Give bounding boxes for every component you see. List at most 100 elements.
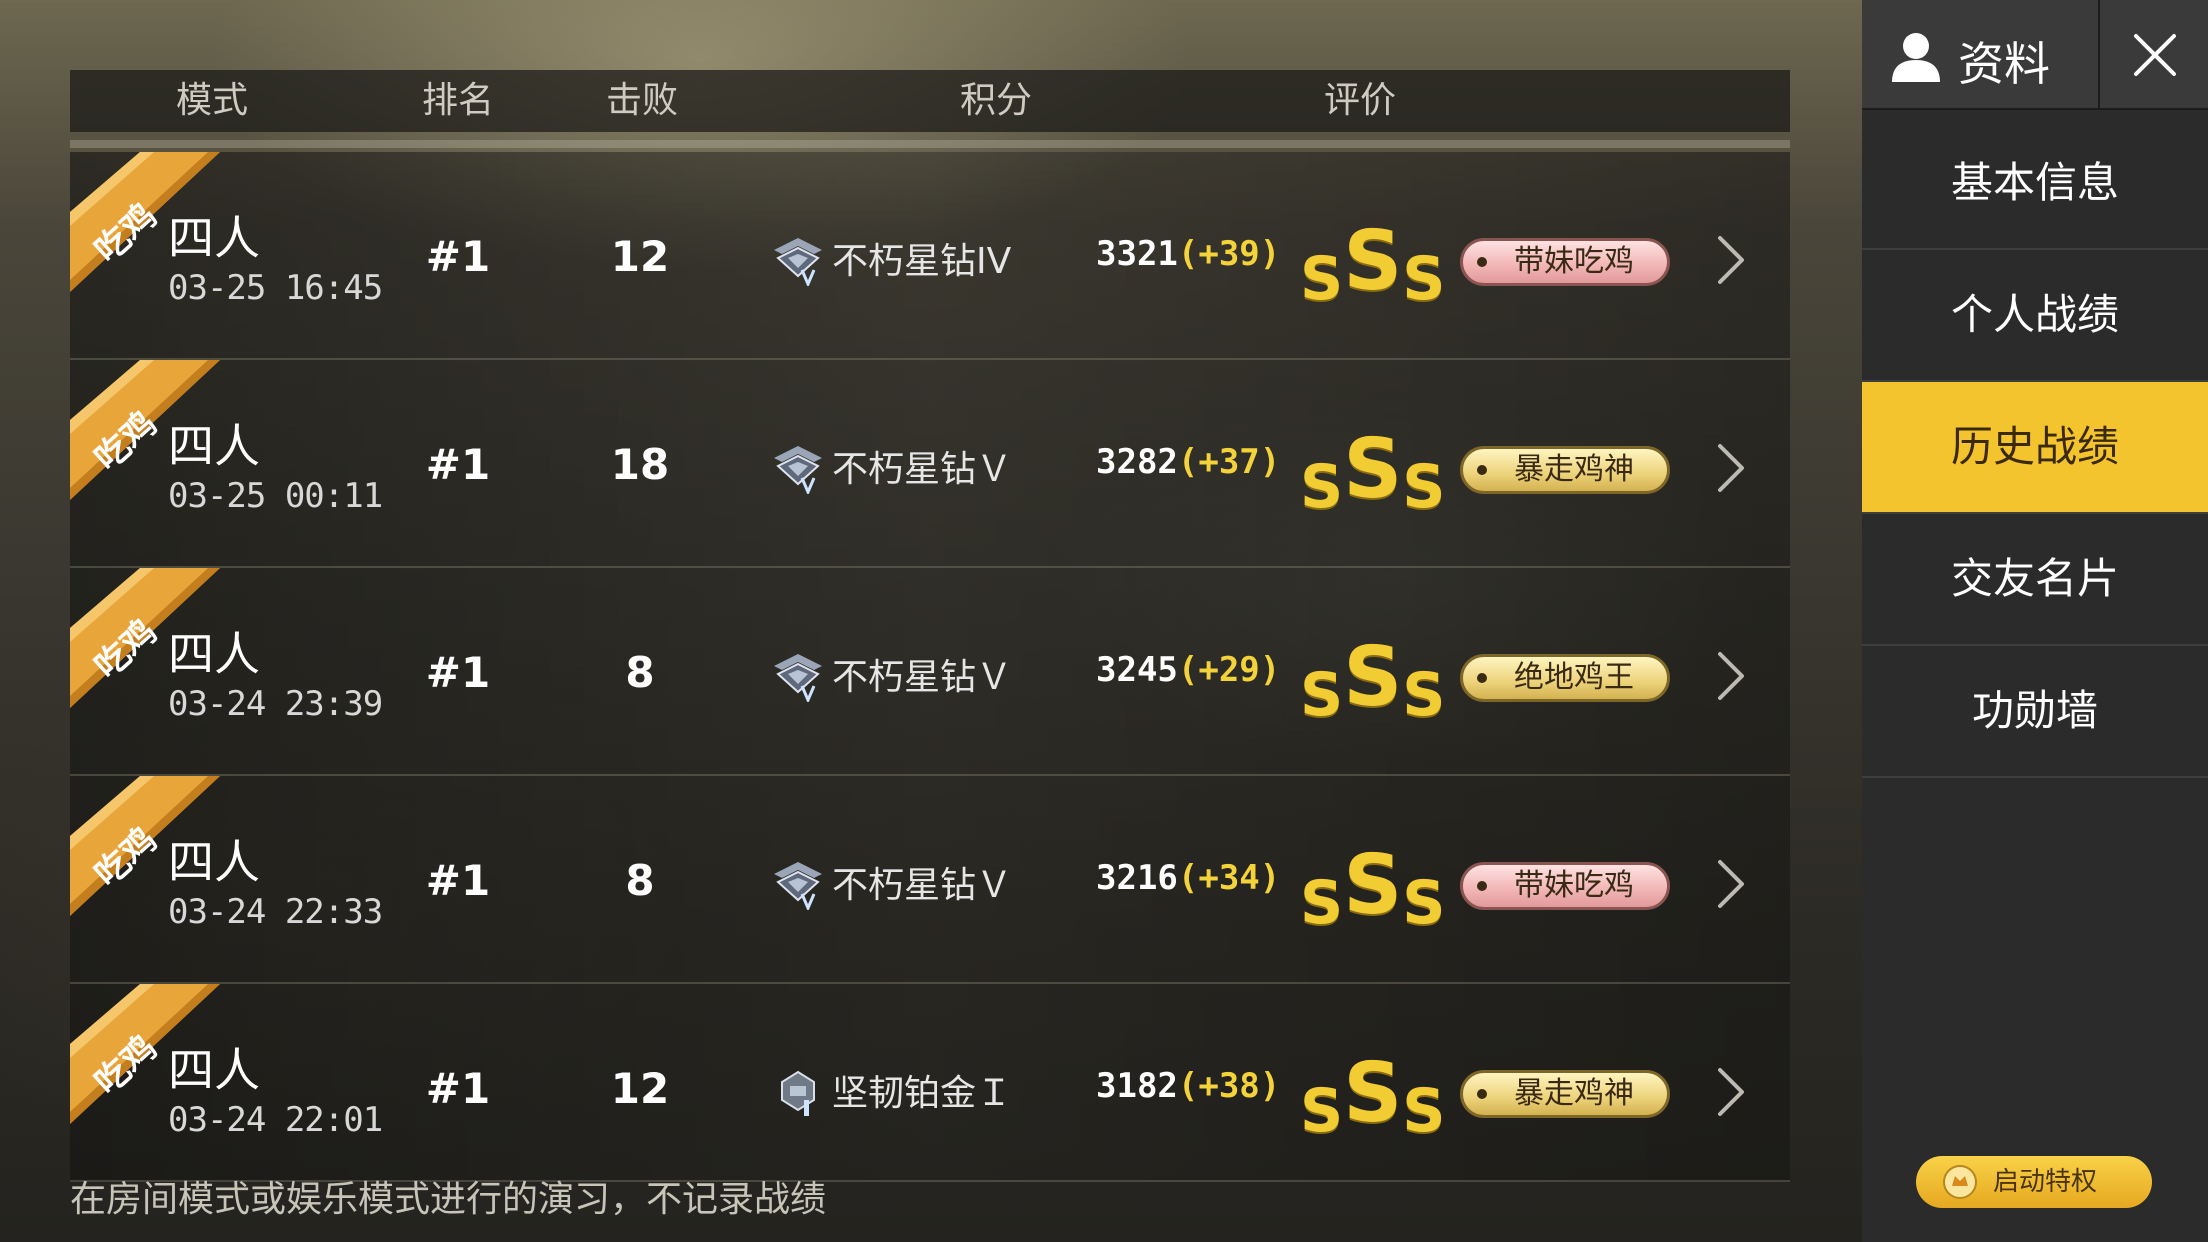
grade-rating: SSS xyxy=(1300,838,1446,938)
match-rank: #1 xyxy=(425,440,491,489)
table-header: 模式 排名 击败 积分 评价 xyxy=(70,70,1790,132)
grade-letter: S xyxy=(1402,1076,1446,1146)
tier-name: 不朽星钻IV xyxy=(832,241,1012,282)
grade-letter: S xyxy=(1343,838,1403,933)
table-row[interactable]: 吃鸡 四人 03-24 22:01 #1 12 坚韧铂金Ｉ 3182(+38) SSS 暴走鸡神 xyxy=(70,984,1790,1182)
chevron-right-icon[interactable] xyxy=(1710,1064,1750,1120)
grade-letter: S xyxy=(1300,660,1344,730)
sidebar-item-match-history[interactable]: 历史战绩 xyxy=(1862,382,2208,514)
score-points: 3245 xyxy=(1096,650,1178,690)
header-rating: 评价 xyxy=(1323,80,1397,121)
match-rank: #1 xyxy=(425,1064,491,1113)
profile-tab[interactable]: 资料 xyxy=(1862,0,2098,108)
match-rank: #1 xyxy=(425,232,491,281)
privilege-icon xyxy=(1943,1165,1977,1199)
score-gain: (+29) xyxy=(1177,650,1281,690)
match-datetime: 03-25 16:45 xyxy=(168,268,383,308)
grade-rating: SSS xyxy=(1300,214,1446,314)
sidebar: 资料 基本信息 个人战绩 历史战绩 交友名片 功勋墙 启动特权 xyxy=(1862,0,2208,1242)
badge-label: 带妹吃鸡 xyxy=(1514,868,1634,903)
diamond-tier-icon xyxy=(774,446,822,494)
score-gain: (+37) xyxy=(1177,442,1281,482)
table-row[interactable]: 吃鸡 四人 03-25 16:45 #1 12 不朽星钻IV 3321(+39) SSS 带妹吃… xyxy=(70,152,1790,360)
match-kills: 8 xyxy=(625,856,655,905)
grade-letter: S xyxy=(1402,660,1446,730)
grade-letter: S xyxy=(1402,452,1446,522)
tier-name: 不朽星钻Ｖ xyxy=(832,657,1013,698)
match-datetime: 03-24 23:39 xyxy=(168,684,383,724)
grade-rating: SSS xyxy=(1300,630,1446,730)
match-datetime: 03-24 22:01 xyxy=(168,1100,383,1140)
match-kills: 18 xyxy=(610,440,670,489)
match-kills: 12 xyxy=(610,1064,670,1113)
diamond-tier-icon xyxy=(774,862,822,910)
diamond-tier-icon xyxy=(774,238,822,286)
header-points: 积分 xyxy=(959,80,1033,121)
title-badge: 暴走鸡神 xyxy=(1460,446,1670,494)
grade-letter: S xyxy=(1300,868,1344,938)
grade-letter: S xyxy=(1402,868,1446,938)
match-datetime: 03-25 00:11 xyxy=(168,476,383,516)
match-mode: 四人 xyxy=(168,627,260,681)
privilege-label: 启动特权 xyxy=(1992,1167,2097,1197)
grade-rating: SSS xyxy=(1300,1046,1446,1146)
badge-dot-icon xyxy=(1477,257,1487,267)
score-points: 3182 xyxy=(1096,1066,1178,1106)
match-kills: 8 xyxy=(625,648,655,697)
close-icon xyxy=(2134,34,2176,76)
privilege-button[interactable]: 启动特权 xyxy=(1916,1156,2152,1208)
score-value: 3216(+34) xyxy=(1096,858,1280,898)
table-row[interactable]: 吃鸡 四人 03-24 22:33 #1 8 不朽星钻Ｖ 3216(+34) SSS 带妹吃鸡 xyxy=(70,776,1790,984)
sidebar-item-basic-info[interactable]: 基本信息 xyxy=(1862,118,2208,250)
title-badge: 暴走鸡神 xyxy=(1460,1070,1670,1118)
score-value: 3321(+39) xyxy=(1096,234,1280,274)
match-rank: #1 xyxy=(425,856,491,905)
profile-label: 资料 xyxy=(1958,37,2050,91)
chevron-right-icon[interactable] xyxy=(1710,232,1750,288)
header-rank: 排名 xyxy=(421,80,495,121)
grade-letter: S xyxy=(1402,244,1446,314)
badge-label: 带妹吃鸡 xyxy=(1514,244,1634,279)
title-badge: 带妹吃鸡 xyxy=(1460,862,1670,910)
match-mode: 四人 xyxy=(168,419,260,473)
badge-label: 绝地鸡王 xyxy=(1514,660,1634,695)
footer-note: 在房间模式或娱乐模式进行的演习，不记录战绩 xyxy=(70,1179,827,1220)
score-gain: (+34) xyxy=(1177,858,1281,898)
badge-label: 暴走鸡神 xyxy=(1514,1076,1634,1111)
sidebar-item-medal-wall[interactable]: 功勋墙 xyxy=(1862,646,2208,778)
grade-letter: S xyxy=(1300,1076,1344,1146)
grade-letter: S xyxy=(1343,630,1403,725)
badge-dot-icon xyxy=(1477,1089,1487,1099)
user-icon xyxy=(1892,33,1940,82)
grade-letter: S xyxy=(1343,422,1403,517)
tier-name: 不朽星钻Ｖ xyxy=(832,865,1013,906)
table-row[interactable]: 吃鸡 四人 03-24 23:39 #1 8 不朽星钻Ｖ 3245(+29) SSS 绝地鸡王 xyxy=(70,568,1790,776)
badge-dot-icon xyxy=(1477,881,1487,891)
chevron-right-icon[interactable] xyxy=(1710,856,1750,912)
match-kills: 12 xyxy=(610,232,670,281)
score-value: 3182(+38) xyxy=(1096,1066,1280,1106)
sidebar-header: 资料 xyxy=(1862,0,2208,110)
grade-letter: S xyxy=(1343,1046,1403,1141)
header-kills: 击败 xyxy=(605,80,679,121)
badge-dot-icon xyxy=(1477,465,1487,475)
match-datetime: 03-24 22:33 xyxy=(168,892,383,932)
header-mode: 模式 xyxy=(175,80,249,121)
grade-rating: SSS xyxy=(1300,422,1446,522)
score-points: 3321 xyxy=(1096,234,1178,274)
score-value: 3282(+37) xyxy=(1096,442,1280,482)
sidebar-item-personal-stats[interactable]: 个人战绩 xyxy=(1862,250,2208,382)
grade-letter: S xyxy=(1343,214,1403,309)
grade-letter: S xyxy=(1300,452,1344,522)
match-mode: 四人 xyxy=(168,1043,260,1097)
grade-letter: S xyxy=(1300,244,1344,314)
sidebar-item-friend-card[interactable]: 交友名片 xyxy=(1862,514,2208,646)
close-button[interactable] xyxy=(2098,0,2208,108)
chevron-right-icon[interactable] xyxy=(1710,440,1750,496)
badge-label: 暴走鸡神 xyxy=(1514,452,1634,487)
match-mode: 四人 xyxy=(168,835,260,889)
badge-dot-icon xyxy=(1477,673,1487,683)
table-row[interactable]: 吃鸡 四人 03-25 00:11 #1 18 不朽星钻Ｖ 3282(+37) SSS 暴走鸡神 xyxy=(70,360,1790,568)
score-gain: (+38) xyxy=(1177,1066,1281,1106)
chevron-right-icon[interactable] xyxy=(1710,648,1750,704)
